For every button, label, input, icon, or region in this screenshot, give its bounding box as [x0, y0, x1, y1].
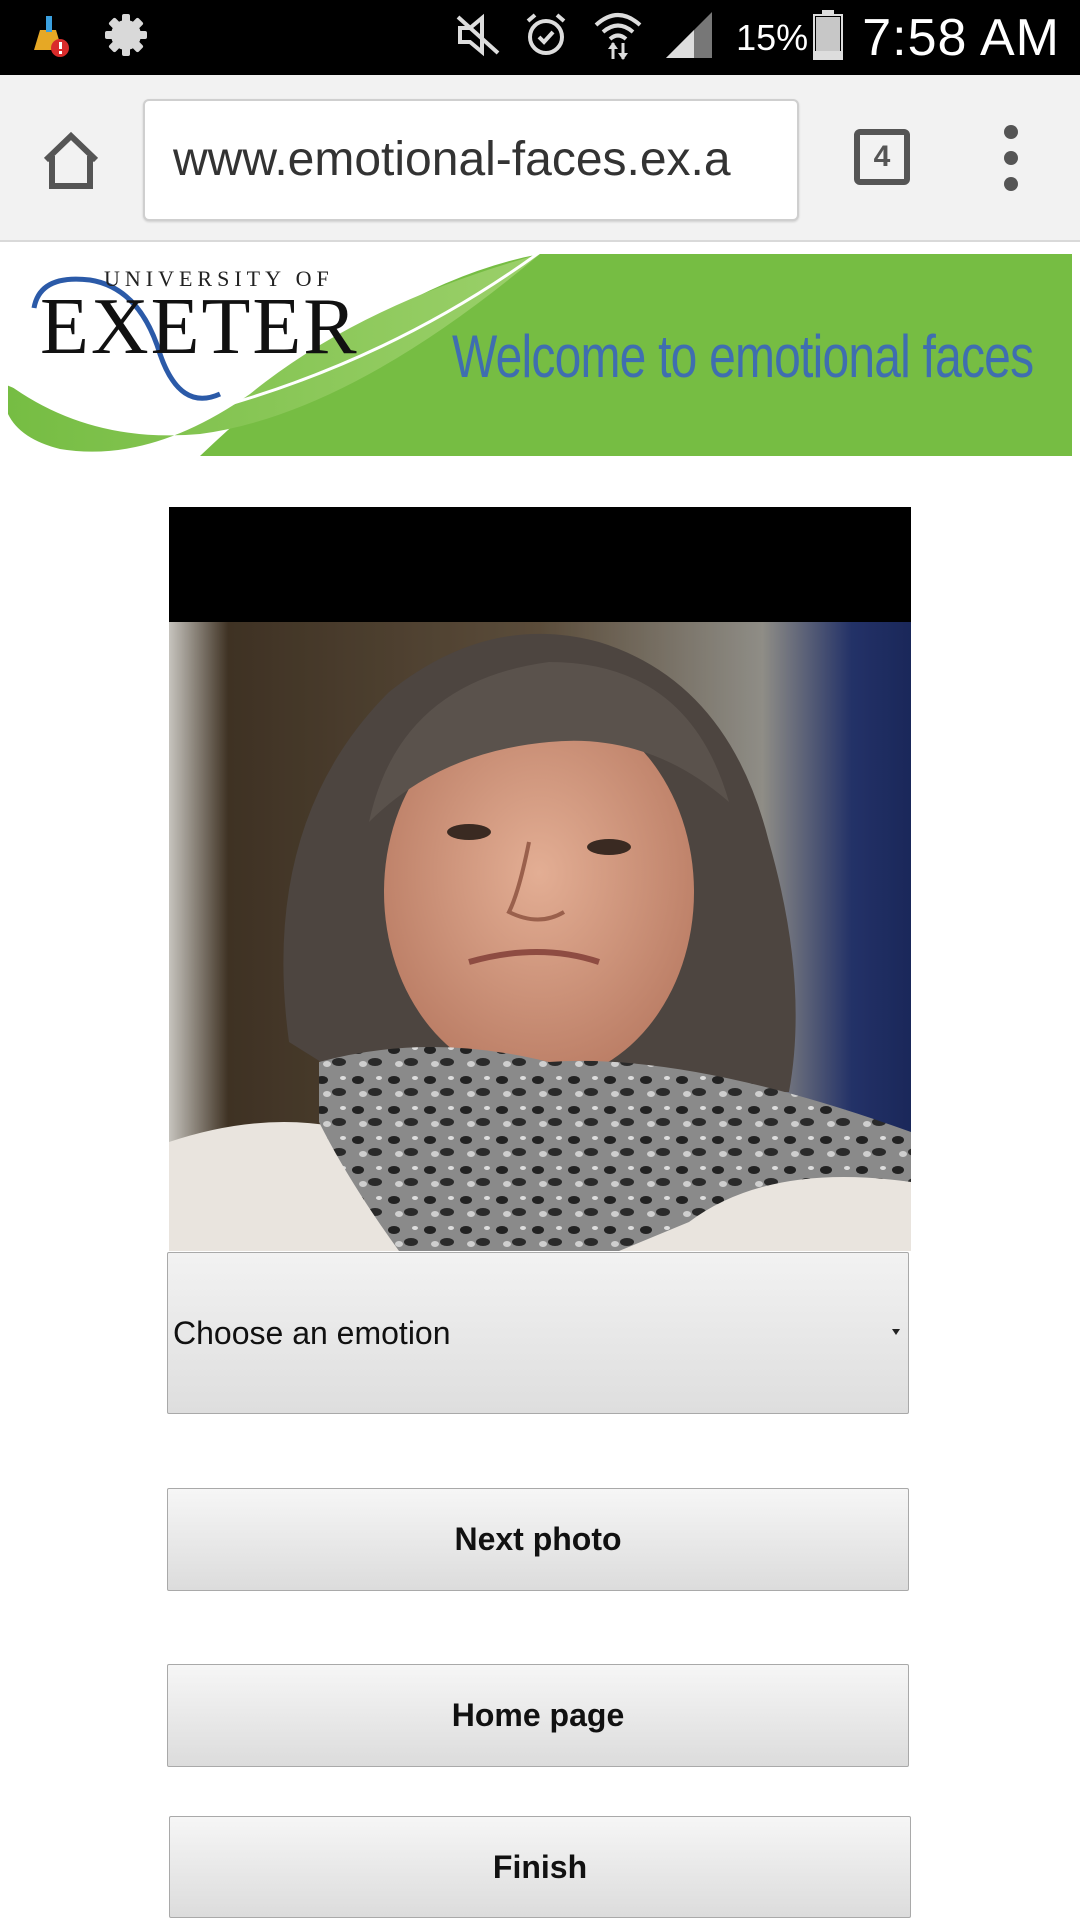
url-text: www.emotional-faces.ex.a [173, 133, 731, 186]
dropdown-arrow-icon [892, 1329, 900, 1335]
header-banner: UNIVERSITY OF EXETER Welcome to emotiona… [0, 244, 1080, 484]
clean-master-broom-icon [26, 12, 72, 63]
browser-toolbar: www.emotional-faces.ex.a 4 [0, 75, 1080, 242]
face-photo [169, 507, 911, 1251]
home-icon [43, 131, 99, 189]
menu-dot-icon [1004, 151, 1018, 165]
welcome-heading: Welcome to emotional faces [452, 323, 1034, 390]
status-bar: 15% 7:58 AM [0, 0, 1080, 75]
battery-icon [812, 9, 844, 66]
url-bar[interactable]: www.emotional-faces.ex.a [143, 99, 799, 221]
menu-dot-icon [1004, 177, 1018, 191]
home-button[interactable] [34, 125, 108, 195]
tab-count: 4 [873, 140, 891, 173]
menu-dot-icon [1004, 125, 1018, 139]
finish-button[interactable]: Finish [169, 1816, 911, 1918]
face-photo-image [169, 622, 911, 1251]
tab-switcher-button[interactable]: 4 [854, 129, 910, 185]
emotion-select-value: Choose an emotion [173, 1315, 451, 1351]
logo-exeter: EXETER [40, 283, 359, 371]
signal-icon [664, 10, 716, 65]
alarm-icon [522, 11, 570, 64]
overflow-menu-button[interactable] [996, 125, 1026, 191]
battery-percent: 15% [736, 16, 809, 58]
settings-gear-icon [102, 11, 150, 64]
clock: 7:58 AM [862, 8, 1060, 67]
emotion-select[interactable]: Choose an emotion [167, 1252, 909, 1414]
next-photo-button[interactable]: Next photo [167, 1488, 909, 1591]
wifi-icon [592, 9, 644, 66]
mute-icon [454, 13, 502, 62]
home-page-button[interactable]: Home page [167, 1664, 909, 1767]
